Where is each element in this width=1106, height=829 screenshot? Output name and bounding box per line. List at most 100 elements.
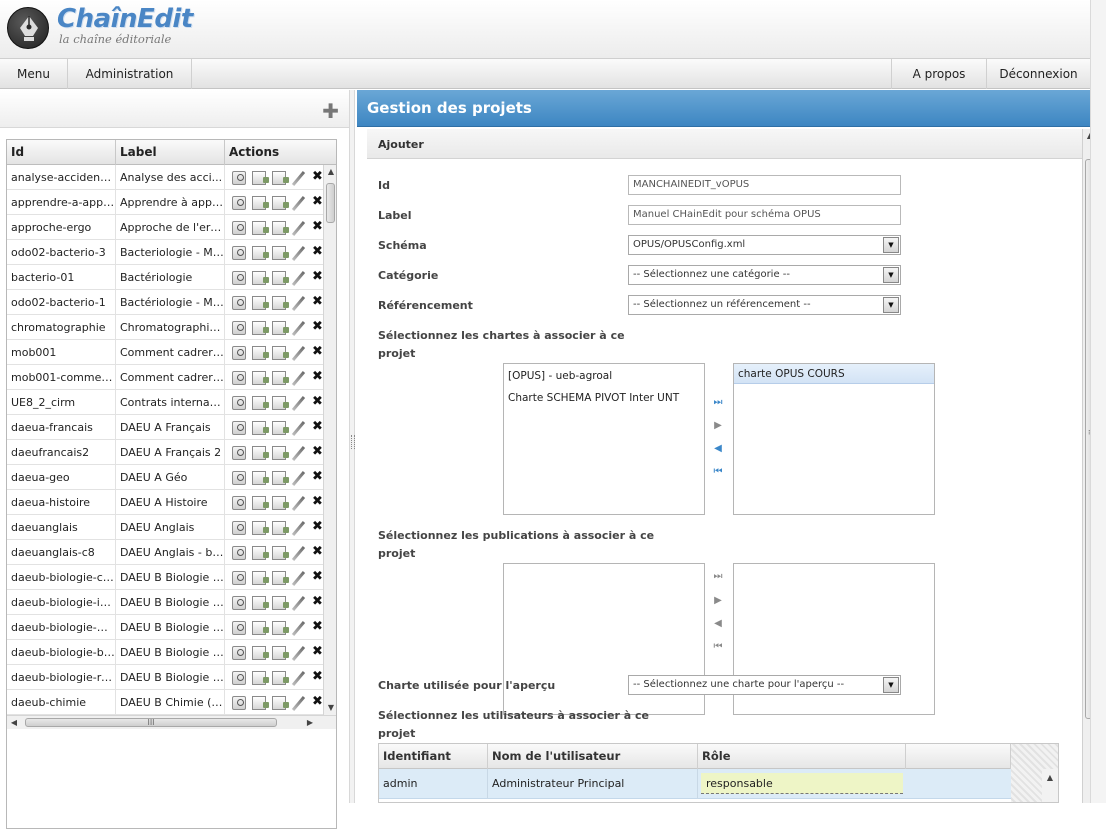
users-table-scrollbar[interactable]: ▲ <box>1042 769 1058 802</box>
move-left-icon[interactable]: ◀ <box>710 442 726 456</box>
delete-icon[interactable]: ✖ <box>312 545 323 559</box>
delete-icon[interactable]: ✖ <box>312 470 323 484</box>
label-input[interactable]: Manuel CHainEdit pour schéma OPUS <box>628 205 901 225</box>
pencil-edit-icon[interactable] <box>290 346 306 360</box>
scroll-thumb[interactable]: III <box>25 718 277 727</box>
pencil-edit-icon[interactable] <box>290 621 306 635</box>
table-row[interactable]: daeufrancais2 DAEU A Français 2 ✖ <box>7 440 323 465</box>
export-document-icon[interactable] <box>252 596 269 610</box>
delete-icon[interactable]: ✖ <box>312 445 323 459</box>
column-header-id[interactable]: Id <box>7 140 116 165</box>
table-row[interactable]: daeub-biologie-ma... DAEU B Biologie - ..… <box>7 615 323 640</box>
import-document-icon[interactable] <box>272 171 289 185</box>
table-row[interactable]: daeub-biologie-co... DAEU B Biologie - ..… <box>7 565 323 590</box>
delete-icon[interactable]: ✖ <box>312 495 323 509</box>
pencil-edit-icon[interactable] <box>290 221 306 235</box>
pencil-edit-icon[interactable] <box>290 246 306 260</box>
import-document-icon[interactable] <box>272 396 289 410</box>
pencil-edit-icon[interactable] <box>290 521 306 535</box>
export-document-icon[interactable] <box>252 271 269 285</box>
table-row[interactable]: daeub-biologie-inf... DAEU B Biologie - .… <box>7 590 323 615</box>
export-document-icon[interactable] <box>252 196 269 210</box>
table-row[interactable]: daeub-biologie-base DAEU B Biologie - ...… <box>7 640 323 665</box>
apercu-select[interactable]: -- Sélectionnez une charte pour l'aperçu… <box>628 675 901 695</box>
scroll-up-arrow-icon[interactable]: ▲ <box>1043 771 1057 785</box>
delete-icon[interactable]: ✖ <box>312 395 323 409</box>
scroll-down-arrow-icon[interactable]: ▼ <box>324 701 336 715</box>
delete-icon[interactable]: ✖ <box>312 695 323 709</box>
administration-button[interactable]: Administration <box>68 59 192 89</box>
pencil-edit-icon[interactable] <box>290 496 306 510</box>
grid-vertical-scrollbar[interactable]: ▲ ▼ <box>323 165 336 715</box>
table-row[interactable]: odo02-bacterio-1 Bactériologie - Mo... ✖ <box>7 290 323 315</box>
delete-icon[interactable]: ✖ <box>312 295 323 309</box>
import-document-icon[interactable] <box>272 621 289 635</box>
export-document-icon[interactable] <box>252 221 269 235</box>
table-row[interactable]: bacterio-01 Bactériologie ✖ <box>7 265 323 290</box>
preview-icon[interactable] <box>232 621 246 635</box>
import-document-icon[interactable] <box>272 646 289 660</box>
categorie-select[interactable]: -- Sélectionnez une catégorie -- ▼ <box>628 265 901 285</box>
pencil-edit-icon[interactable] <box>290 421 306 435</box>
import-document-icon[interactable] <box>272 321 289 335</box>
table-row[interactable]: approche-ergo Approche de l'erg... ✖ <box>7 215 323 240</box>
chevron-down-icon[interactable]: ▼ <box>883 237 899 253</box>
table-row[interactable]: admin Administrateur Principal responsab… <box>379 769 1011 799</box>
export-document-icon[interactable] <box>252 571 269 585</box>
preview-icon[interactable] <box>232 421 246 435</box>
pencil-edit-icon[interactable] <box>290 596 306 610</box>
move-all-left-icon[interactable]: ⏮ <box>710 640 726 654</box>
preview-icon[interactable] <box>232 221 246 235</box>
preview-icon[interactable] <box>232 596 246 610</box>
chevron-down-icon[interactable]: ▼ <box>883 297 899 313</box>
import-document-icon[interactable] <box>272 596 289 610</box>
export-document-icon[interactable] <box>252 396 269 410</box>
import-document-icon[interactable] <box>272 246 289 260</box>
list-item[interactable]: [OPUS] - ueb-agroal <box>508 370 612 382</box>
scroll-left-arrow-icon[interactable]: ◀ <box>7 716 21 730</box>
scroll-thumb[interactable] <box>326 183 335 223</box>
preview-icon[interactable] <box>232 571 246 585</box>
pencil-edit-icon[interactable] <box>290 446 306 460</box>
pencil-edit-icon[interactable] <box>290 471 306 485</box>
column-header-label[interactable]: Label <box>116 140 225 165</box>
table-row[interactable]: chromatographie Chromatographie (... ✖ <box>7 315 323 340</box>
import-document-icon[interactable] <box>272 346 289 360</box>
chevron-down-icon[interactable]: ▼ <box>883 267 899 283</box>
delete-icon[interactable]: ✖ <box>312 220 323 234</box>
menu-button[interactable]: Menu <box>0 59 68 89</box>
preview-icon[interactable] <box>232 396 246 410</box>
import-document-icon[interactable] <box>272 421 289 435</box>
table-row[interactable]: odo02-bacterio-3 Bacteriologie - Mo... ✖ <box>7 240 323 265</box>
import-document-icon[interactable] <box>272 221 289 235</box>
table-row[interactable]: daeub-biologie-re... DAEU B Biologie - ..… <box>7 665 323 690</box>
list-item[interactable]: Charte SCHEMA PIVOT Inter UNT <box>508 392 679 404</box>
table-row[interactable]: daeua-histoire DAEU A Histoire ✖ <box>7 490 323 515</box>
delete-icon[interactable]: ✖ <box>312 620 323 634</box>
export-document-icon[interactable] <box>252 621 269 635</box>
window-scrollbar[interactable] <box>1090 0 1106 803</box>
import-document-icon[interactable] <box>272 521 289 535</box>
pencil-edit-icon[interactable] <box>290 196 306 210</box>
pencil-edit-icon[interactable] <box>290 396 306 410</box>
import-document-icon[interactable] <box>272 546 289 560</box>
export-document-icon[interactable] <box>252 446 269 460</box>
preview-icon[interactable] <box>232 196 246 210</box>
import-document-icon[interactable] <box>272 496 289 510</box>
export-document-icon[interactable] <box>252 671 269 685</box>
delete-icon[interactable]: ✖ <box>312 345 323 359</box>
delete-icon[interactable]: ✖ <box>312 520 323 534</box>
table-row[interactable]: apprendre-a-appr... Apprendre à appr... ✖ <box>7 190 323 215</box>
table-row[interactable]: UE8_2_cirm Contrats internatio... ✖ <box>7 390 323 415</box>
pencil-edit-icon[interactable] <box>290 271 306 285</box>
export-document-icon[interactable] <box>252 421 269 435</box>
import-document-icon[interactable] <box>272 696 289 710</box>
export-document-icon[interactable] <box>252 696 269 710</box>
preview-icon[interactable] <box>232 346 246 360</box>
export-document-icon[interactable] <box>252 521 269 535</box>
move-all-right-icon[interactable]: ⏭ <box>710 570 726 584</box>
export-document-icon[interactable] <box>252 371 269 385</box>
table-row[interactable]: analyse-accidents... Analyse des acci... ✖ <box>7 165 323 190</box>
move-right-icon[interactable]: ▶ <box>710 419 726 433</box>
delete-icon[interactable]: ✖ <box>312 270 323 284</box>
